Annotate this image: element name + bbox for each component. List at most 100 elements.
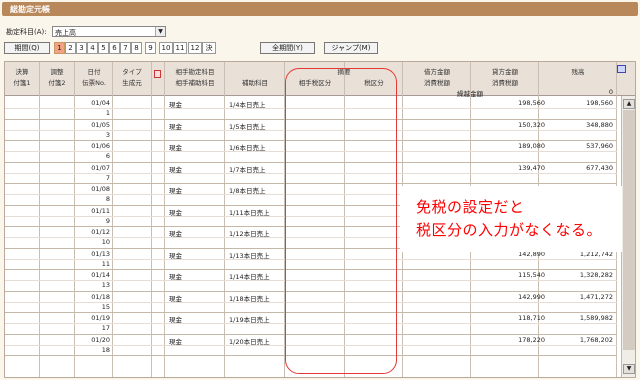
month-button[interactable]: 4 bbox=[87, 42, 98, 54]
row-zandaka: 1,471,272 bbox=[579, 292, 613, 301]
row-tekiyo: 1/18本日売上 bbox=[229, 294, 270, 303]
row-date: 01/06 bbox=[91, 142, 110, 150]
row-zandaka: 348,880 bbox=[586, 120, 613, 129]
col-date[interactable]: 日付 bbox=[75, 66, 113, 76]
col-aite-kamoku[interactable]: 相手勘定科目 bbox=[165, 66, 225, 76]
month-button[interactable]: 3 bbox=[76, 42, 87, 54]
account-select[interactable]: 売上高 ▼ bbox=[52, 26, 166, 37]
row-zandaka: 1,768,202 bbox=[579, 335, 613, 344]
row-tekiyo: 1/19本日売上 bbox=[229, 316, 270, 324]
row-aite-kamoku: 現金 bbox=[169, 316, 182, 324]
col-karikata[interactable]: 借方金額 bbox=[403, 66, 471, 76]
row-tekiyo: 1/6本日売上 bbox=[229, 144, 266, 152]
col-denpyo[interactable]: 伝票No. bbox=[75, 77, 113, 87]
scroll-up-icon[interactable]: ▲ bbox=[623, 99, 635, 109]
row-aite-kamoku: 現金 bbox=[169, 337, 182, 346]
row-denpyo-no: 15 bbox=[101, 302, 110, 311]
settings-icon[interactable] bbox=[617, 65, 626, 73]
month-button[interactable]: 9 bbox=[145, 42, 156, 54]
row-kashikata: 178,220 bbox=[518, 335, 545, 344]
row-aite-kamoku: 現金 bbox=[169, 294, 182, 303]
vertical-scrollbar[interactable]: ▲ ▼ bbox=[621, 96, 635, 377]
row-zandaka: 1,328,282 bbox=[579, 271, 613, 279]
row-zandaka: 1,589,982 bbox=[579, 314, 613, 322]
row-kashikata: 139,470 bbox=[518, 163, 545, 172]
col-shohizei1[interactable]: 消費税額 bbox=[403, 77, 471, 87]
row-aite-kamoku: 現金 bbox=[169, 230, 182, 238]
row-kashikata: 150,320 bbox=[518, 120, 545, 129]
scroll-down-icon[interactable]: ▼ bbox=[623, 364, 635, 374]
row-kashikata: 189,080 bbox=[518, 142, 545, 150]
row-aite-kamoku: 現金 bbox=[169, 144, 182, 152]
row-date: 01/08 bbox=[91, 185, 110, 193]
month-button[interactable]: 7 bbox=[120, 42, 131, 54]
col-kashikata[interactable]: 貸方金額 bbox=[471, 66, 539, 76]
col-origin[interactable]: 生成元 bbox=[113, 77, 151, 87]
col-shohizei2[interactable]: 消費税額 bbox=[471, 77, 539, 87]
window-titlebar: 総勘定元帳 bbox=[2, 2, 638, 16]
account-value: 売上高 bbox=[55, 29, 76, 37]
col-type[interactable]: タイプ bbox=[113, 66, 151, 76]
row-denpyo-no: 8 bbox=[105, 195, 110, 203]
annotation-line-2: 税区分の入力がなくなる。 bbox=[416, 221, 603, 239]
grid-vline bbox=[112, 62, 113, 377]
row-zandaka: 537,960 bbox=[586, 142, 613, 150]
row-denpyo-no: 11 bbox=[101, 259, 110, 268]
col-kessan[interactable]: 決算 bbox=[5, 66, 39, 76]
row-denpyo-no: 1 bbox=[105, 109, 110, 117]
row-aite-kamoku: 現金 bbox=[169, 251, 182, 260]
all-period-button[interactable]: 全期間(Y) bbox=[260, 42, 315, 54]
row-aite-kamoku: 現金 bbox=[169, 165, 182, 174]
chevron-down-icon[interactable]: ▼ bbox=[155, 27, 165, 36]
row-denpyo-no: 7 bbox=[105, 173, 110, 182]
month-button[interactable]: 6 bbox=[109, 42, 120, 54]
grid-vline bbox=[224, 62, 225, 377]
jump-button[interactable]: ジャンプ(M) bbox=[324, 42, 378, 54]
month-button[interactable]: 12 bbox=[188, 42, 202, 54]
row-denpyo-no: 13 bbox=[101, 281, 110, 289]
memo-icon[interactable] bbox=[154, 70, 161, 78]
row-date: 01/12 bbox=[91, 228, 110, 236]
row-denpyo-no: 6 bbox=[105, 152, 110, 160]
row-date: 01/04 bbox=[91, 99, 110, 107]
row-denpyo-no: 3 bbox=[105, 130, 110, 139]
month-button[interactable]: 10 bbox=[159, 42, 173, 54]
col-hojo[interactable]: 補助科目 bbox=[225, 77, 285, 87]
month-button[interactable]: 8 bbox=[131, 42, 142, 54]
row-zandaka: 198,560 bbox=[586, 99, 613, 107]
row-date: 01/11 bbox=[91, 206, 110, 215]
month-button[interactable]: 1 bbox=[54, 42, 65, 54]
col-fusen1[interactable]: 付箋1 bbox=[5, 77, 39, 87]
row-tekiyo: 1/4本日売上 bbox=[229, 101, 266, 109]
row-denpyo-no: 18 bbox=[101, 345, 110, 354]
col-aite-hojo[interactable]: 相手補助科目 bbox=[165, 77, 225, 87]
col-zandaka[interactable]: 残高 bbox=[539, 66, 617, 76]
account-label: 勘定科目(A): bbox=[6, 28, 47, 36]
row-zandaka: 677,430 bbox=[586, 163, 613, 172]
col-fusen2[interactable]: 付箋2 bbox=[40, 77, 74, 87]
row-kashikata: 115,540 bbox=[518, 271, 545, 279]
row-tekiyo: 1/14本日売上 bbox=[229, 273, 270, 281]
scroll-thumb[interactable] bbox=[623, 110, 635, 350]
grid-vline bbox=[39, 62, 40, 377]
period-button[interactable]: 期間(Q) bbox=[4, 42, 50, 54]
row-date: 01/13 bbox=[91, 249, 110, 258]
window-title: 総勘定元帳 bbox=[10, 5, 50, 14]
row-tekiyo: 1/13本日売上 bbox=[229, 251, 270, 260]
month-button[interactable]: 2 bbox=[65, 42, 76, 54]
row-date: 01/14 bbox=[91, 271, 110, 279]
row-aite-kamoku: 現金 bbox=[169, 208, 182, 217]
month-button[interactable]: 11 bbox=[173, 42, 187, 54]
month-button[interactable]: 5 bbox=[98, 42, 109, 54]
col-chosei[interactable]: 調整 bbox=[40, 66, 74, 76]
row-kashikata: 198,560 bbox=[518, 99, 545, 107]
row-tekiyo: 1/8本日売上 bbox=[229, 187, 266, 195]
row-denpyo-no: 17 bbox=[101, 324, 110, 332]
month-button[interactable]: 決 bbox=[202, 42, 216, 54]
row-tekiyo: 1/20本日売上 bbox=[229, 337, 270, 346]
row-date: 01/20 bbox=[91, 335, 110, 344]
row-aite-kamoku: 現金 bbox=[169, 273, 182, 281]
row-denpyo-no: 9 bbox=[105, 216, 110, 225]
row-date: 01/18 bbox=[91, 292, 110, 301]
row-denpyo-no: 10 bbox=[101, 238, 110, 246]
